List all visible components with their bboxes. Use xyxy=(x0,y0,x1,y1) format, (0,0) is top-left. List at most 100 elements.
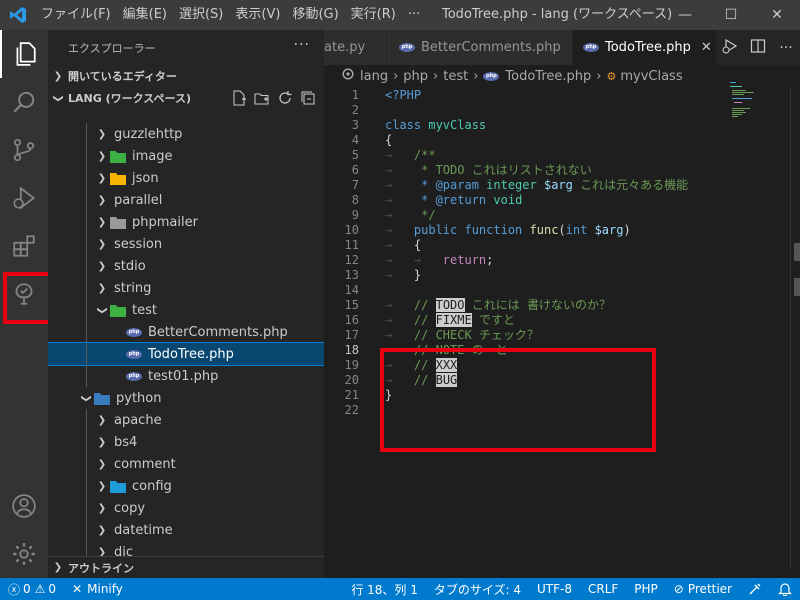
encoding[interactable]: UTF-8 xyxy=(529,582,580,596)
chevron-right-icon: ❯ xyxy=(53,70,63,82)
tree-folder[interactable]: ❯ datetime xyxy=(48,519,324,541)
window-title: TodoTree.php - lang (ワークスペース) - Visu... xyxy=(442,7,677,22)
indent-guide xyxy=(86,255,87,277)
tab-todotree[interactable]: php TodoTree.php ✕ xyxy=(573,30,721,65)
tree-file[interactable]: php TodoTree.php xyxy=(48,342,324,366)
status-bar: ⓧ 0 ⚠ 0 ✕ Minify 行 18、列 1 タブのサイズ: 4 UTF-… xyxy=(0,578,800,600)
tree-folder[interactable]: ❯ stdio xyxy=(48,255,324,277)
tree-folder[interactable]: ❯ apache xyxy=(48,409,324,431)
new-file-icon[interactable] xyxy=(231,90,247,106)
close-tab-icon[interactable]: ✕ xyxy=(701,40,712,55)
breadcrumb-root-icon xyxy=(342,68,354,84)
breadcrumb-lang[interactable]: lang xyxy=(360,69,388,84)
line-number: 15 xyxy=(344,298,359,312)
param-var: $arg xyxy=(594,223,624,237)
tree-folder[interactable]: ❯ session xyxy=(48,233,324,255)
explorer-sidebar: エクスプローラー ··· ❯ 開いているエディター ❯ LANG (ワークスペー… xyxy=(48,30,324,578)
menu-run[interactable]: 実行(R) xyxy=(345,0,402,30)
tree-folder[interactable]: ❯ bs4 xyxy=(48,431,324,453)
chevron-right-icon: ❯ xyxy=(97,260,107,272)
doc-comment: /** xyxy=(413,148,436,162)
chevron-right-icon: ❯ xyxy=(97,524,107,536)
breadcrumb-php[interactable]: php xyxy=(403,69,428,84)
explorer-more-button[interactable]: ··· xyxy=(294,37,310,53)
search-icon[interactable] xyxy=(0,78,48,126)
class-symbol-icon: ⚙ xyxy=(606,69,617,83)
close-window-button[interactable]: ✕ xyxy=(754,0,800,30)
account-icon[interactable] xyxy=(0,482,48,530)
split-editor-icon[interactable] xyxy=(744,38,772,58)
tab-template-py[interactable]: ate.py xyxy=(324,30,387,65)
problems-indicator[interactable]: ⓧ 0 ⚠ 0 xyxy=(0,581,64,598)
tree-folder[interactable]: ❯ json xyxy=(48,167,324,189)
menu-more[interactable]: ··· xyxy=(402,0,426,30)
php-file-icon: php xyxy=(126,369,142,383)
end-of-line[interactable]: CRLF xyxy=(580,582,626,596)
settings-gear-icon[interactable] xyxy=(0,530,48,578)
line-number: 5 xyxy=(351,148,359,162)
vertical-scrollbar[interactable] xyxy=(790,88,800,568)
tree-item-label: apache xyxy=(114,412,162,428)
tree-folder[interactable]: ❯ image xyxy=(48,145,324,167)
collapse-all-icon[interactable] xyxy=(300,90,316,106)
prettier-button[interactable]: ⊘ Prettier xyxy=(666,582,740,596)
menu-file[interactable]: ファイル(F) xyxy=(35,0,117,30)
tree-folder[interactable]: ❯ guzzlehttp xyxy=(48,123,324,145)
tab-label: TodoTree.php xyxy=(605,40,691,55)
line-number: 4 xyxy=(351,133,359,147)
more-actions-icon[interactable]: ··· xyxy=(772,40,800,56)
folder-icon xyxy=(94,391,110,405)
minify-button[interactable]: ✕ Minify xyxy=(64,582,131,596)
new-folder-icon[interactable] xyxy=(254,90,270,106)
menu-selection[interactable]: 選択(S) xyxy=(173,0,229,30)
tree-file[interactable]: php test01.php xyxy=(48,365,324,387)
feedback-icon[interactable] xyxy=(740,582,770,596)
breadcrumb-file[interactable]: TodoTree.php xyxy=(505,69,591,84)
tree-folder[interactable]: ❯ phpmailer xyxy=(48,211,324,233)
line-comment: // CHECK チェック？ xyxy=(413,328,539,342)
tree-item-label: python xyxy=(116,390,162,406)
cursor-position[interactable]: 行 18、列 1 xyxy=(343,581,426,598)
tree-folder[interactable]: ❯ config xyxy=(48,475,324,497)
php-open-tag: <?PHP xyxy=(385,88,422,102)
language-mode[interactable]: PHP xyxy=(626,582,666,596)
menu-view[interactable]: 表示(V) xyxy=(229,0,286,30)
php-file-icon: php xyxy=(483,71,500,81)
activity-bar xyxy=(0,30,54,578)
notifications-bell-icon[interactable] xyxy=(770,582,800,596)
editor-area: ate.py php BetterComments.php php TodoTr… xyxy=(324,30,800,578)
tree-folder[interactable]: ❯ comment xyxy=(48,453,324,475)
indent-guide xyxy=(86,145,87,167)
outline-section[interactable]: ❯ アウトライン xyxy=(48,556,324,578)
maximize-button[interactable]: ☐ xyxy=(708,0,754,30)
run-file-icon[interactable] xyxy=(716,38,744,58)
source-control-icon[interactable] xyxy=(0,126,48,174)
tree-folder[interactable]: ❯ python xyxy=(48,387,324,409)
tab-bettercomments[interactable]: php BetterComments.php xyxy=(387,30,573,65)
breadcrumb-class[interactable]: myvClass xyxy=(620,69,682,84)
minimap[interactable] xyxy=(730,82,790,142)
explorer-icon[interactable] xyxy=(0,30,48,78)
run-debug-icon[interactable] xyxy=(0,174,48,222)
tree-folder[interactable]: ❯ parallel xyxy=(48,189,324,211)
todo-tree-icon[interactable] xyxy=(0,270,54,324)
menu-go[interactable]: 移動(G) xyxy=(286,0,344,30)
tree-file[interactable]: php BetterComments.php xyxy=(48,321,324,343)
menu-edit[interactable]: 編集(E) xyxy=(117,0,173,30)
chevron-right-icon: ❯ xyxy=(97,414,107,426)
tree-folder[interactable]: ❯ copy xyxy=(48,497,324,519)
chevron-right-icon: ❯ xyxy=(97,282,107,294)
minimize-button[interactable]: — xyxy=(662,0,708,30)
code-editor[interactable]: 1 <?PHP 2 3 class myvClass 4{ 5 → /** 6 → * … xyxy=(324,88,724,568)
tree-folder[interactable]: ❯ test xyxy=(48,299,324,321)
extensions-icon[interactable] xyxy=(0,222,48,270)
param-type: int xyxy=(565,223,588,237)
open-editors-section[interactable]: ❯ 開いているエディター xyxy=(48,65,324,87)
tree-folder[interactable]: ❯ string xyxy=(48,277,324,299)
refresh-icon[interactable] xyxy=(277,90,293,106)
workspace-section[interactable]: ❯ LANG (ワークスペース) xyxy=(48,87,324,109)
breadcrumb-test[interactable]: test xyxy=(443,69,468,84)
tab-size[interactable]: タブのサイズ: 4 xyxy=(426,581,529,598)
keyword: return xyxy=(442,253,487,267)
menu-bar: ファイル(F) 編集(E) 選択(S) 表示(V) 移動(G) 実行(R) ··… xyxy=(35,0,426,30)
